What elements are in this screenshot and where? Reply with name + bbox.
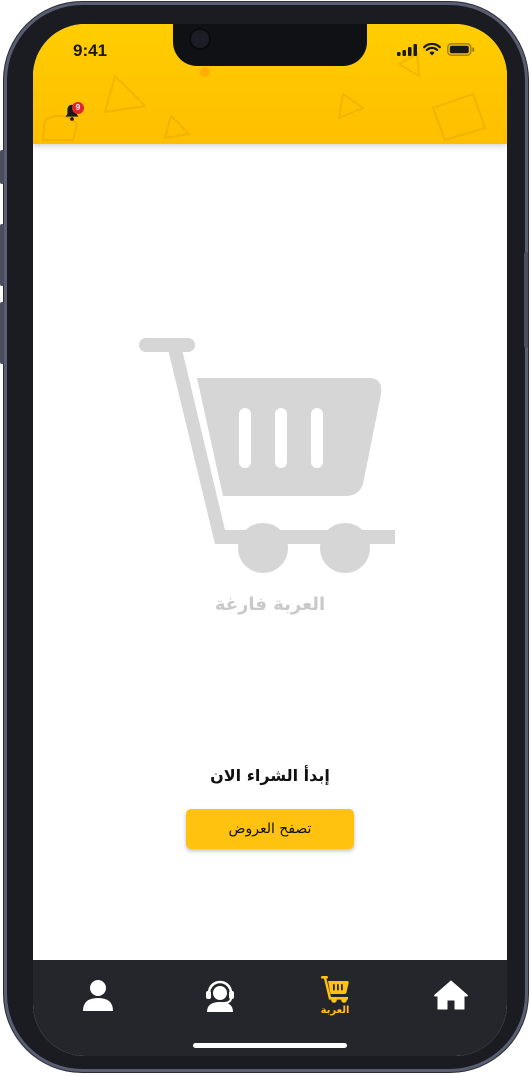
- battery-icon: [447, 43, 475, 56]
- cart-icon: [321, 975, 349, 1003]
- start-shopping-prompt: إبدأ الشراء الان: [210, 766, 330, 785]
- home-icon: [434, 980, 468, 1010]
- volume-up-button: [0, 224, 4, 286]
- bottom-nav: العربة: [33, 960, 507, 1056]
- nav-cart[interactable]: العربة: [311, 960, 359, 1030]
- nav-support[interactable]: [199, 960, 241, 1030]
- volume-down-button: [0, 302, 4, 364]
- nav-home[interactable]: [431, 960, 471, 1030]
- profile-icon: [83, 980, 113, 1011]
- wifi-icon: [423, 43, 441, 56]
- empty-cart-icon: [139, 338, 395, 573]
- signal-icon: [397, 43, 417, 56]
- nav-cart-label: العربة: [320, 1004, 350, 1016]
- silent-switch: [0, 150, 4, 184]
- support-agent-icon: [206, 980, 234, 1012]
- notification-badge: 9: [72, 102, 84, 114]
- phone-frame: 9:41 9 العربة فارغة إبدأ الشراء الان تصف…: [0, 2, 528, 1072]
- header: 9:41 9: [33, 24, 507, 144]
- status-icons: [397, 43, 475, 56]
- status-time: 9:41: [73, 41, 108, 60]
- home-indicator: [193, 1043, 347, 1048]
- browse-offers-button[interactable]: تصفح العروض: [186, 809, 354, 849]
- empty-cart-title: العربة فارغة: [214, 594, 326, 615]
- notch: [173, 24, 367, 66]
- front-camera: [189, 28, 211, 50]
- screen: 9:41 9 العربة فارغة إبدأ الشراء الان تصف…: [33, 24, 507, 1056]
- power-button: [524, 252, 528, 348]
- nav-profile[interactable]: [77, 960, 119, 1030]
